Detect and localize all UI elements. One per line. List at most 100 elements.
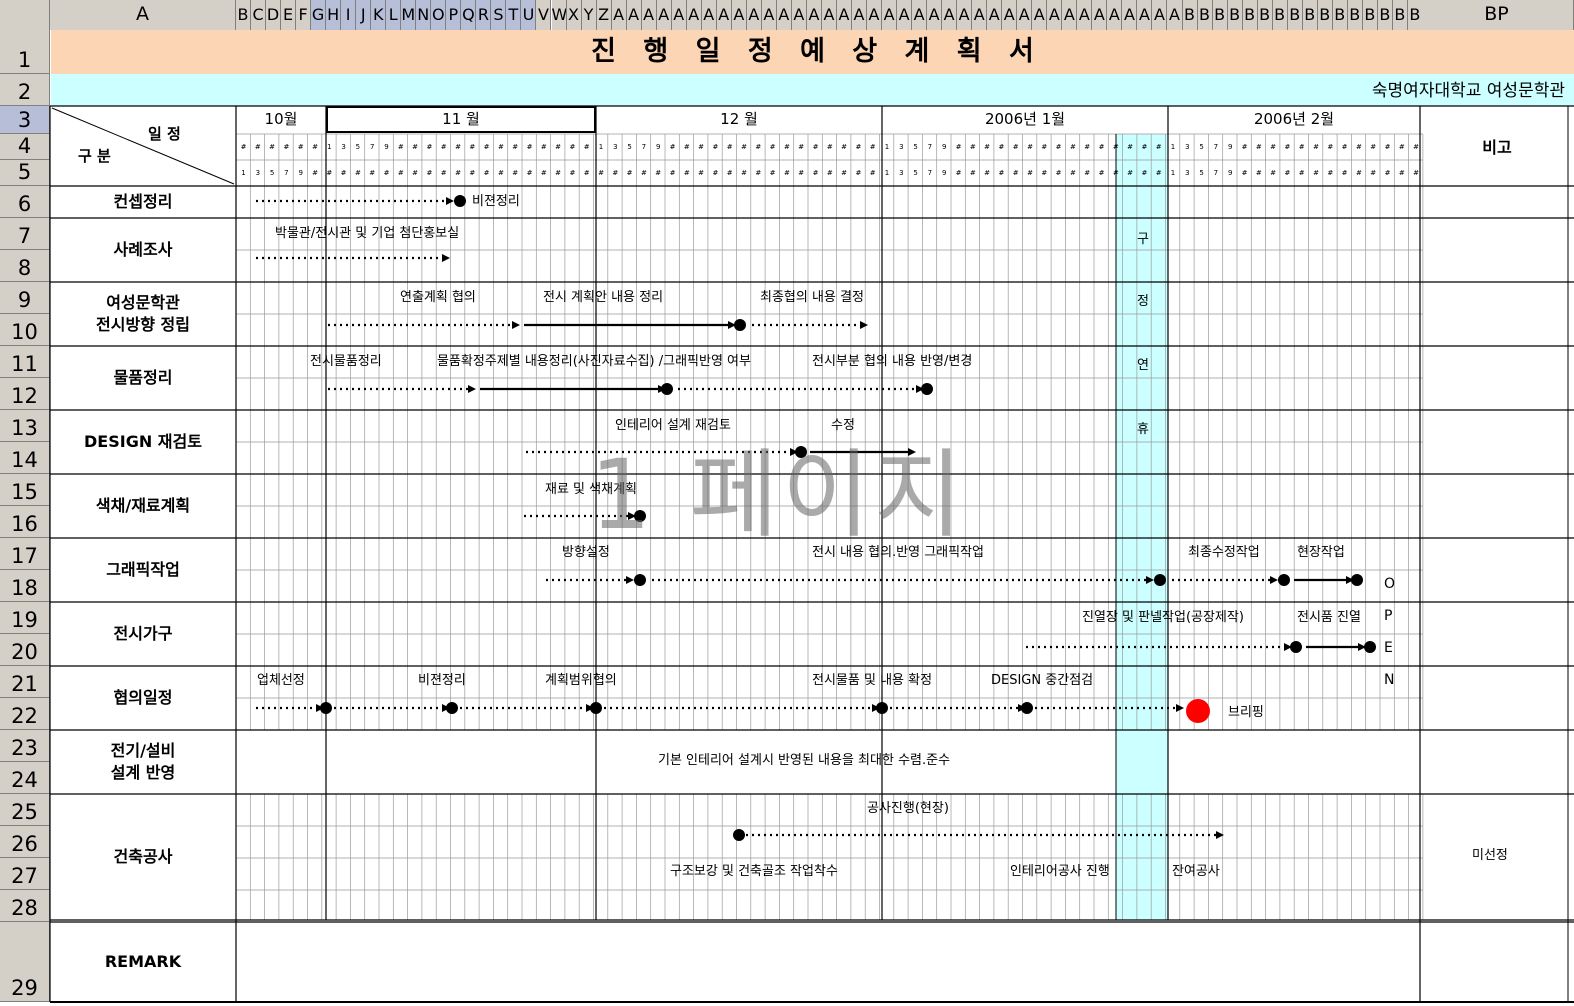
day-marker: # (998, 169, 1005, 177)
day-marker: 9 (941, 169, 947, 177)
day-marker: 3 (613, 143, 618, 151)
day-marker: # (440, 169, 447, 177)
note-presentation-plan: 연출계획 협의 (400, 290, 476, 305)
day-marker: # (955, 169, 962, 177)
header-schedule-label: 일 정 (148, 125, 181, 143)
day-marker: # (397, 143, 404, 151)
day-marker: # (1098, 143, 1105, 151)
holiday-band (1116, 134, 1168, 920)
day-marker: 9 (384, 143, 389, 151)
day-marker: # (1012, 143, 1019, 151)
note-remaining: 잔여공사 (1172, 864, 1220, 879)
day-marker: # (984, 143, 991, 151)
note-items-confirm: 물품확정주제별 내용정리(사진자료수집) /그래픽반영 여부 (437, 354, 751, 369)
day-marker: # (240, 143, 247, 151)
day-marker: 9 (298, 169, 303, 177)
day-marker: # (755, 169, 762, 177)
open-1: O (1384, 576, 1396, 592)
day-marker: # (440, 143, 447, 151)
day-marker: # (383, 169, 390, 177)
day-marker: 3 (899, 169, 904, 177)
day-marker: # (540, 169, 547, 177)
day-marker: # (297, 143, 304, 151)
day-marker: 5 (913, 169, 918, 177)
note-vision: 비젼정리 (472, 194, 520, 209)
day-marker: # (1384, 143, 1391, 151)
day-marker: # (1284, 143, 1291, 151)
day-marker: # (1355, 143, 1362, 151)
day-marker: # (1155, 169, 1162, 177)
day-marker: 7 (284, 169, 289, 177)
month-oct: 10월 (264, 110, 298, 128)
day-marker: 7 (1213, 169, 1219, 177)
note-undecided: 미선정 (1472, 848, 1508, 863)
day-marker: # (526, 169, 533, 177)
day-marker: 3 (1185, 169, 1190, 177)
day-marker: # (1298, 169, 1305, 177)
day-marker: # (798, 169, 805, 177)
note-scope: 계획범위협의 (545, 673, 617, 688)
milestone-dot (1021, 702, 1033, 714)
milestone-dot (634, 574, 646, 586)
day-marker: # (955, 143, 962, 151)
day-marker: # (812, 169, 819, 177)
day-marker: # (312, 169, 318, 177)
note-design-check: DESIGN 중간점검 (991, 673, 1094, 688)
milestone-dot (661, 383, 673, 395)
day-marker: 7 (641, 143, 647, 151)
header-diagonal (51, 107, 235, 185)
category-case-study: 사례조사 (113, 240, 173, 259)
day-marker: 1 (884, 143, 890, 151)
day-marker: # (1041, 143, 1048, 151)
day-marker: # (726, 169, 733, 177)
day-marker: # (1041, 169, 1048, 177)
note-interior-work: 인테리어공사 진행 (1010, 864, 1110, 879)
note-display: 전시품 진열 (1297, 610, 1361, 625)
day-marker: 7 (369, 143, 375, 151)
day-marker: # (469, 143, 476, 151)
day-marker: # (869, 143, 876, 151)
day-marker: # (569, 143, 576, 151)
day-marker: # (1141, 169, 1148, 177)
day-marker: # (540, 143, 547, 151)
day-marker: # (1027, 143, 1033, 151)
day-marker: # (712, 169, 719, 177)
day-marker: # (826, 169, 833, 177)
day-marker: 1 (1170, 169, 1176, 177)
day-marker: # (497, 169, 504, 177)
category-electric: 전기/설비 설계 반영 (110, 741, 176, 782)
day-marker: # (712, 143, 719, 151)
day-marker: # (1241, 169, 1248, 177)
day-marker: # (869, 169, 876, 177)
note-construction: 공사진행(현장) (867, 801, 949, 816)
page-watermark: 1 페이지 (590, 439, 967, 551)
milestone-dot (1278, 574, 1290, 586)
day-marker: # (741, 169, 747, 177)
day-marker: # (1370, 143, 1377, 151)
arrow-head (1270, 576, 1278, 584)
note-final-revision: 최종수정작업 (1188, 545, 1260, 560)
day-marker: # (669, 169, 676, 177)
day-marker: 9 (941, 143, 947, 151)
spreadsheet[interactable]: A BCDEFGHIJKLMNOPQRSTUVWXYZAAAAAAAAAAAAA… (0, 0, 1574, 1006)
day-marker: 5 (913, 143, 918, 151)
day-marker: # (283, 143, 290, 151)
note-vision-2: 비젼정리 (418, 673, 466, 688)
day-marker: # (1313, 143, 1319, 151)
day-marker: # (698, 143, 705, 151)
day-marker: # (1127, 143, 1134, 151)
remark-label: REMARK (104, 952, 182, 971)
day-marker: 1 (1170, 143, 1176, 151)
day-marker: # (1413, 169, 1420, 177)
selected-cell-outline[interactable] (326, 106, 596, 133)
arrow-head (446, 197, 454, 205)
milestone-dot (454, 195, 466, 207)
day-marker: # (598, 169, 604, 177)
milestone-dot (734, 319, 746, 331)
day-marker: # (755, 143, 762, 151)
day-marker: # (1241, 143, 1248, 151)
day-marker: # (984, 169, 991, 177)
day-marker: # (1355, 169, 1362, 177)
category-color-material: 색채/재료계획 (95, 496, 191, 515)
category-direction: 여성문학관 전시방향 정립 (96, 293, 190, 334)
